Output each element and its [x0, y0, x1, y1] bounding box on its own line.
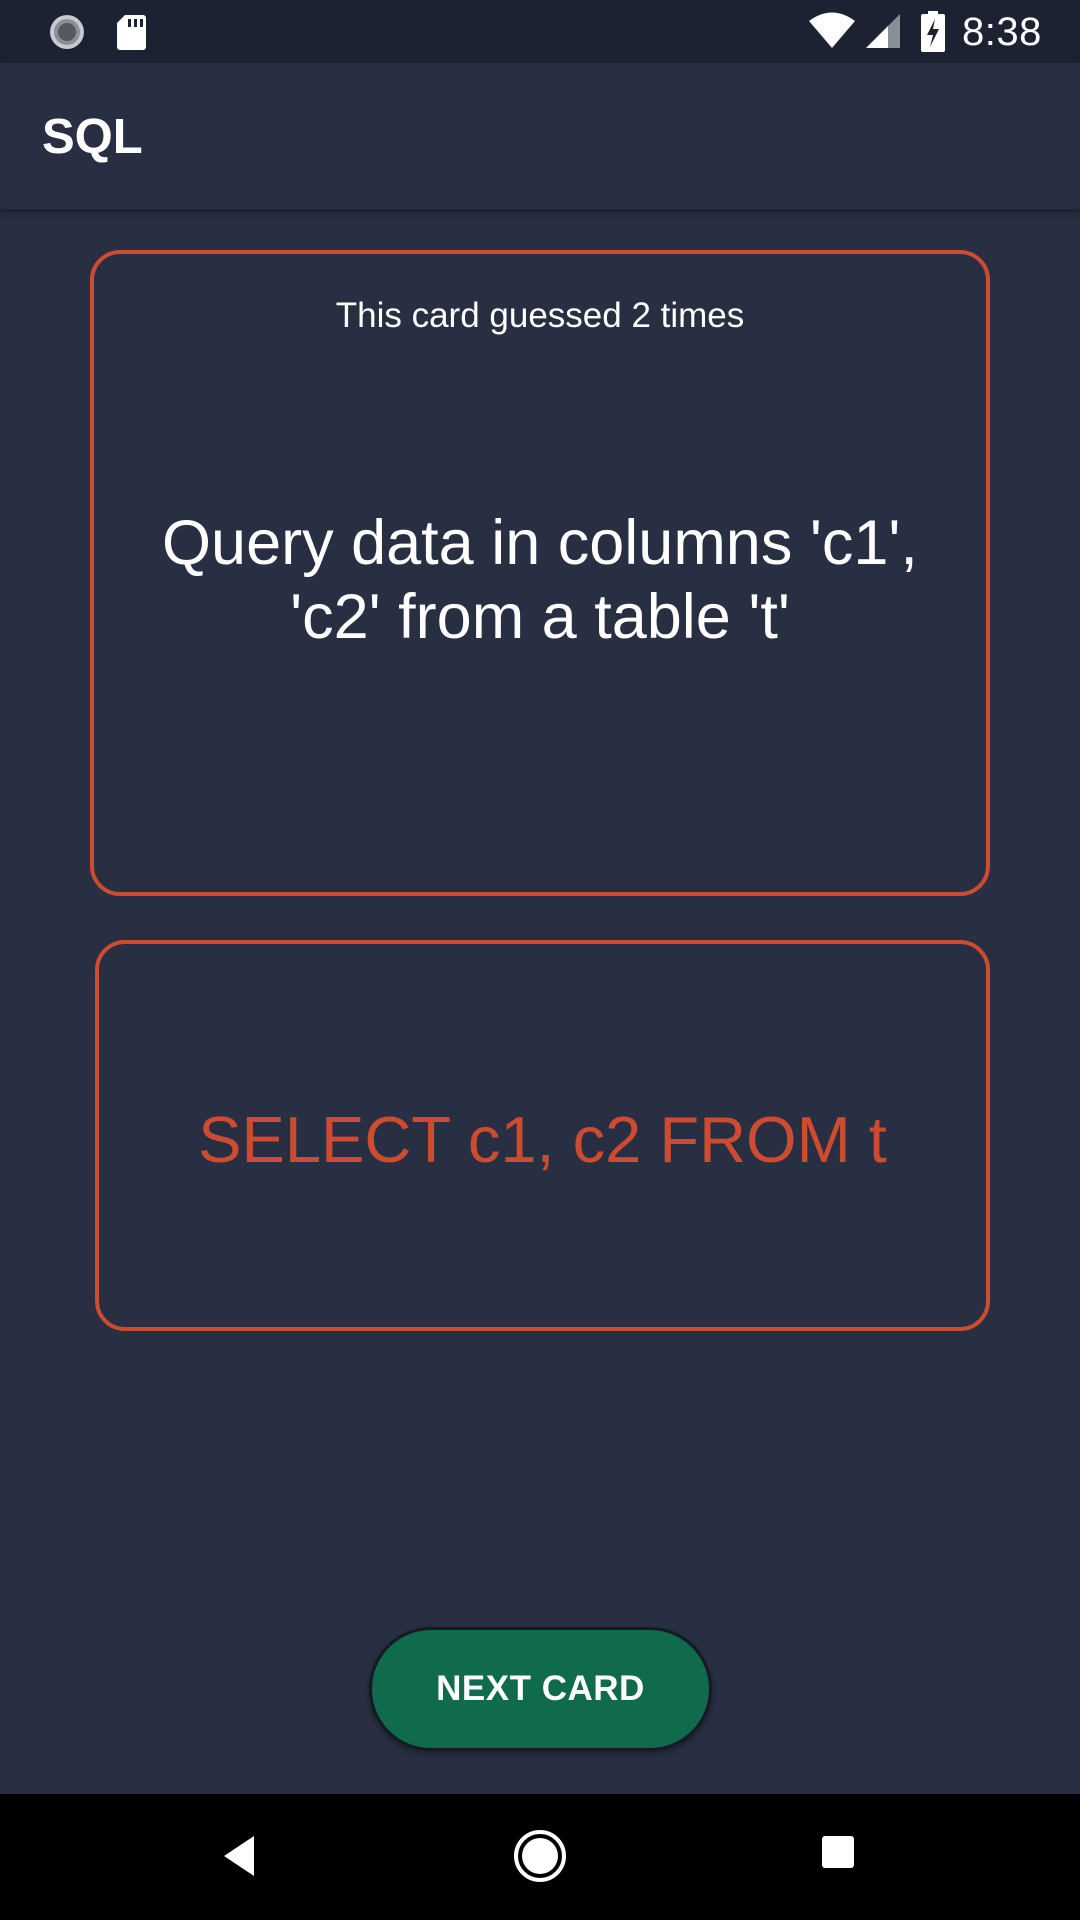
- next-card-button[interactable]: NEXT CARD: [369, 1627, 712, 1751]
- answer-card[interactable]: SELECT c1, c2 FROM t: [95, 940, 990, 1331]
- page-title: SQL: [42, 110, 143, 164]
- home-icon[interactable]: [512, 1828, 568, 1884]
- back-icon[interactable]: [220, 1832, 260, 1880]
- question-card: This card guessed 2 times Query data in …: [90, 250, 990, 896]
- app-bar: SQL: [0, 63, 1080, 209]
- loading-icon: [50, 15, 84, 49]
- answer-text: SELECT c1, c2 FROM t: [198, 1103, 887, 1176]
- status-time: 8:38: [962, 10, 1042, 54]
- recents-icon[interactable]: [820, 1834, 856, 1870]
- question-text: Query data in columns 'c1', 'c2' from a …: [162, 508, 918, 652]
- cell-signal-icon: [866, 14, 900, 48]
- status-bar: 8:38: [0, 0, 1080, 63]
- battery-charging-icon: [921, 11, 945, 52]
- navigation-bar: [0, 1794, 1080, 1920]
- guess-count-text: This card guessed 2 times: [335, 296, 745, 335]
- wifi-icon: [809, 12, 855, 48]
- sd-card-icon: [117, 15, 146, 50]
